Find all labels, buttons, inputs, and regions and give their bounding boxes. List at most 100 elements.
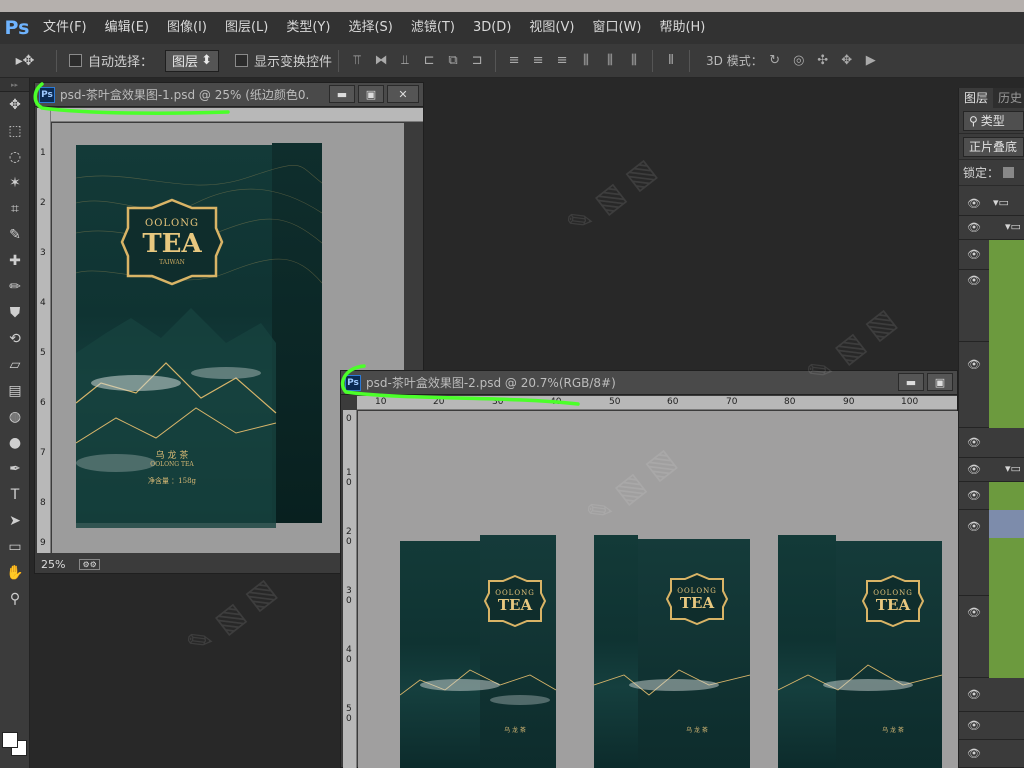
align-top-icon[interactable]: ⫪	[345, 44, 369, 78]
menu-type[interactable]: 类型(Y)	[277, 12, 339, 44]
restore-button[interactable]: ▣	[927, 373, 953, 391]
layer-row[interactable]: 👁	[959, 740, 1024, 768]
auto-align-icon[interactable]: ⦀	[659, 44, 683, 78]
document-2-title-bar[interactable]: Ps psd-茶叶盒效果图-2.psd @ 20.7%(RGB/8#) ▬ ▣	[341, 371, 957, 395]
menu-filter[interactable]: 滤镜(T)	[402, 12, 464, 44]
distribute-hcenter-icon[interactable]: ⫼	[598, 44, 622, 78]
foreground-color-swatch[interactable]	[2, 732, 18, 748]
3d-scale-icon[interactable]: ▶	[859, 44, 883, 78]
toolbox-grip[interactable]: ▸▸	[0, 78, 29, 92]
layer-row[interactable]: 👁	[959, 342, 1024, 428]
eraser-tool-icon[interactable]: ▱	[0, 352, 30, 378]
minimize-button[interactable]: ▬	[898, 373, 924, 391]
move-tool-icon[interactable]: ✥	[0, 92, 30, 118]
blur-tool-icon[interactable]: ◍	[0, 404, 30, 430]
visibility-eye-icon[interactable]: 👁	[964, 520, 984, 533]
close-button[interactable]: ✕	[387, 85, 419, 103]
visibility-eye-icon[interactable]: 👁	[964, 358, 984, 371]
shape-tool-icon[interactable]: ▭	[0, 534, 30, 560]
menu-window[interactable]: 窗口(W)	[583, 12, 650, 44]
lock-transparent-icon[interactable]	[1003, 167, 1015, 178]
minimize-button[interactable]: ▬	[329, 85, 355, 103]
align-left-icon[interactable]: ⊏	[417, 44, 441, 78]
align-hcenter-icon[interactable]: ⧉	[441, 44, 465, 78]
menu-3d[interactable]: 3D(D)	[464, 12, 520, 44]
visibility-eye-icon[interactable]: 👁	[964, 463, 984, 476]
status-info-icon[interactable]: ⚙⚙	[79, 558, 100, 570]
visibility-eye-icon[interactable]: 👁	[964, 688, 984, 701]
pen-tool-icon[interactable]: ✒	[0, 456, 30, 482]
zoom-level[interactable]: 25%	[41, 558, 65, 571]
distribute-left-icon[interactable]: ⫼	[574, 44, 598, 78]
history-brush-tool-icon[interactable]: ⟲	[0, 326, 30, 352]
auto-select-checkbox[interactable]	[69, 54, 82, 67]
marquee-tool-icon[interactable]: ⬚	[0, 118, 30, 144]
distribute-right-icon[interactable]: ⫼	[622, 44, 646, 78]
document-1-title-bar[interactable]: Ps psd-茶叶盒效果图-1.psd @ 25% (纸边颜色0... ▬ ▣ …	[35, 83, 423, 107]
magic-wand-tool-icon[interactable]: ✶	[0, 170, 30, 196]
layer-row[interactable]: 👁	[959, 510, 1024, 596]
align-vcenter-icon[interactable]: ⧓	[369, 44, 393, 78]
menu-help[interactable]: 帮助(H)	[650, 12, 714, 44]
zoom-tool-icon[interactable]: ⚲	[0, 586, 30, 612]
distribute-top-icon[interactable]: ≡	[502, 44, 526, 78]
document-2-canvas[interactable]: OOLONG TEA 乌 龙 茶 OOLONG TEA 乌 龙 茶 OOLONG…	[358, 411, 958, 768]
layer-row[interactable]: 👁 ▾▭	[959, 458, 1024, 482]
layer-row[interactable]: 👁	[959, 712, 1024, 740]
menu-select[interactable]: 选择(S)	[339, 12, 401, 44]
menu-image[interactable]: 图像(I)	[158, 12, 216, 44]
layer-filter-dropdown[interactable]: ⚲ 类型	[963, 110, 1024, 131]
hand-tool-icon[interactable]: ✋	[0, 560, 30, 586]
menu-file[interactable]: 文件(F)	[34, 12, 96, 44]
layer-row[interactable]: 👁	[959, 270, 1024, 342]
align-right-icon[interactable]: ⊐	[465, 44, 489, 78]
visibility-eye-icon[interactable]: 👁	[964, 248, 984, 261]
eyedropper-tool-icon[interactable]: ✎	[0, 222, 30, 248]
3d-slide-icon[interactable]: ✥	[835, 44, 859, 78]
horizontal-ruler-1[interactable]	[51, 108, 423, 122]
3d-pan-icon[interactable]: ✣	[811, 44, 835, 78]
restore-button[interactable]: ▣	[358, 85, 384, 103]
brush-tool-icon[interactable]: ✏	[0, 274, 30, 300]
gradient-tool-icon[interactable]: ▤	[0, 378, 30, 404]
visibility-eye-icon[interactable]: 👁	[964, 747, 984, 760]
align-bottom-icon[interactable]: ⫫	[393, 44, 417, 78]
layer-row[interactable]: 👁	[959, 428, 1024, 458]
distribute-bottom-icon[interactable]: ≡	[550, 44, 574, 78]
blend-mode-dropdown[interactable]: 正片叠底	[963, 136, 1024, 157]
3d-roll-icon[interactable]: ◎	[787, 44, 811, 78]
visibility-eye-icon[interactable]: 👁	[964, 274, 984, 287]
layer-row[interactable]: 👁	[959, 482, 1024, 510]
visibility-eye-icon[interactable]: 👁	[964, 606, 984, 619]
horizontal-ruler-2[interactable]: 10 20 30 40 50 60 70 80 90 100	[357, 396, 957, 410]
visibility-eye-icon[interactable]: 👁	[964, 221, 984, 234]
layer-row[interactable]: 👁 ▾▭	[959, 192, 1024, 216]
menu-layer[interactable]: 图层(L)	[216, 12, 277, 44]
distribute-vcenter-icon[interactable]: ≡	[526, 44, 550, 78]
healing-brush-tool-icon[interactable]: ✚	[0, 248, 30, 274]
layer-row[interactable]: 👁	[959, 596, 1024, 678]
visibility-eye-icon[interactable]: 👁	[964, 489, 984, 502]
lasso-tool-icon[interactable]: ◌	[0, 144, 30, 170]
layer-row[interactable]: 👁 ▾▭	[959, 216, 1024, 240]
3d-rotate-icon[interactable]: ↻	[763, 44, 787, 78]
visibility-eye-icon[interactable]: 👁	[964, 436, 984, 449]
type-tool-icon[interactable]: T	[0, 482, 30, 508]
vertical-ruler-2[interactable]: 0 1 0 2 0 3 0 4 0 5 0	[343, 410, 357, 768]
path-selection-tool-icon[interactable]: ➤	[0, 508, 30, 534]
layer-row[interactable]: 👁	[959, 240, 1024, 270]
vertical-ruler-1[interactable]: 1 2 3 4 5 6 7 8 9	[37, 108, 51, 553]
menu-view[interactable]: 视图(V)	[520, 12, 583, 44]
auto-select-dropdown[interactable]: 图层 ⬍	[165, 49, 220, 72]
crop-tool-icon[interactable]: ⌗	[0, 196, 30, 222]
tab-layers[interactable]: 图层	[959, 88, 994, 108]
layer-row[interactable]: 👁	[959, 678, 1024, 712]
clone-stamp-tool-icon[interactable]: ⛊	[0, 300, 30, 326]
menu-edit[interactable]: 编辑(E)	[96, 12, 158, 44]
dodge-tool-icon[interactable]: ●	[0, 430, 30, 456]
visibility-eye-icon[interactable]: 👁	[964, 197, 984, 210]
tab-history[interactable]: 历史	[993, 88, 1024, 108]
show-transform-checkbox[interactable]	[235, 54, 249, 67]
visibility-eye-icon[interactable]: 👁	[964, 719, 984, 732]
move-tool-preset-icon[interactable]: ▸✥	[0, 44, 50, 78]
